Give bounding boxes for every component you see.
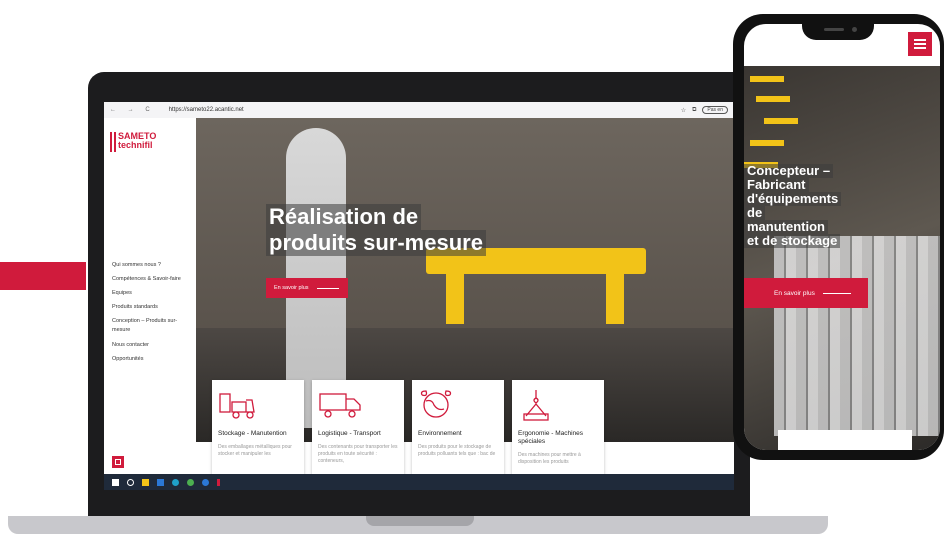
site-logo[interactable]: SAMETO technifil xyxy=(110,132,156,152)
phone-title-line: manutention xyxy=(744,220,828,234)
decorative-red-bar xyxy=(0,262,86,290)
sidebar-menu: Qui sommes nous ? Compétences & Savoir-f… xyxy=(112,258,181,366)
card-title: Stockage - Manutention xyxy=(218,430,287,437)
phone-hero xyxy=(744,66,940,450)
laptop-notch xyxy=(366,516,474,526)
truck-icon xyxy=(318,386,398,424)
chrome-icon[interactable] xyxy=(187,478,194,486)
phone-card-peek xyxy=(778,430,912,450)
menu-item-custom-design-cont[interactable]: mesure xyxy=(112,326,181,335)
address-bar[interactable]: https://sameto22.acantic.net xyxy=(169,107,244,113)
collections-icon[interactable]: ⧉ xyxy=(692,107,696,114)
logo-line2: technifil xyxy=(118,140,153,150)
arrow-icon xyxy=(822,292,851,294)
phone-screen: Concepteur – Fabricant d'équipements de … xyxy=(744,24,940,450)
phone-title-line: d'équipements xyxy=(744,192,842,206)
file-explorer-icon[interactable] xyxy=(142,478,149,486)
search-icon[interactable] xyxy=(127,478,134,486)
hook-load-icon xyxy=(518,386,598,424)
menu-item-about[interactable]: Qui sommes nous ? xyxy=(112,258,181,272)
phone-title-line: Concepteur – xyxy=(744,164,834,178)
profile-pill[interactable]: Pas en xyxy=(702,106,728,114)
beam-leg-left xyxy=(446,274,464,324)
card-desc: Des machines pour mettre à disposition l… xyxy=(518,452,581,465)
star-icon[interactable]: ☆ xyxy=(681,107,686,114)
linkedin-button[interactable] xyxy=(112,456,124,468)
hero-title-line1: Réalisation de xyxy=(266,204,422,230)
os-taskbar xyxy=(104,474,734,490)
phone-more-button[interactable]: En savoir plus xyxy=(744,278,868,308)
pinned-app-icon[interactable] xyxy=(217,478,220,486)
metal-slabs-image xyxy=(774,236,940,436)
hamburger-icon xyxy=(914,39,926,41)
menu-item-opportunities[interactable]: Opportunités xyxy=(112,352,181,366)
phone-title-line: et de stockage xyxy=(744,234,841,248)
card-title: Logistique - Transport xyxy=(318,430,381,437)
globe-leaf-icon xyxy=(418,386,498,424)
arrow-icon xyxy=(316,287,339,289)
menu-item-teams[interactable]: Equipes xyxy=(112,286,181,300)
yellow-light-stripe xyxy=(750,140,784,146)
edge-icon[interactable] xyxy=(172,478,179,486)
browser-nav-icons[interactable]: ← → C xyxy=(110,107,155,113)
hero-title: Réalisation de produits sur-mesure xyxy=(266,204,486,256)
hero-title-line2: produits sur-mesure xyxy=(266,230,486,256)
mail-icon[interactable] xyxy=(157,478,164,486)
forklift-icon xyxy=(218,386,298,424)
phone-more-label: En savoir plus xyxy=(774,289,815,297)
menu-item-standard-products[interactable]: Produits standards xyxy=(112,300,181,314)
menu-item-skills[interactable]: Compétences & Savoir-faire xyxy=(112,272,181,286)
card-desc: Des emballages métalliques pour stocker … xyxy=(218,444,292,457)
windows-start-icon[interactable] xyxy=(112,478,119,486)
phone-notch xyxy=(802,16,874,40)
menu-item-custom-design[interactable]: Conception – Produits sur- xyxy=(112,317,181,326)
beam-leg-right xyxy=(606,274,624,324)
linkedin-icon xyxy=(115,459,121,465)
yellow-light-stripe xyxy=(750,76,784,82)
laptop-screen: ← → C https://sameto22.acantic.net ☆ ⧉ P… xyxy=(104,102,734,490)
phone-title-line: de xyxy=(744,206,766,220)
card-desc: Des produits pour le stockage de produit… xyxy=(418,444,496,457)
site-sidebar: SAMETO technifil Qui sommes nous ? Compé… xyxy=(104,118,196,474)
logo-bars-icon xyxy=(110,132,116,152)
app-icon[interactable] xyxy=(202,478,209,486)
hamburger-menu-button[interactable] xyxy=(908,32,932,56)
phone-hero-title: Concepteur – Fabricant d'équipements de … xyxy=(744,164,842,248)
menu-item-contact[interactable]: Nous contacter xyxy=(112,338,181,352)
yellow-light-stripe xyxy=(764,118,798,124)
card-desc: Des contenants pour transporter les prod… xyxy=(318,444,398,464)
card-title: Ergonomie - Machines spéciales xyxy=(518,430,584,445)
hero-more-button[interactable]: En savoir plus xyxy=(266,278,348,298)
phone-title-line: Fabricant xyxy=(744,178,809,192)
browser-toolbar: ← → C https://sameto22.acantic.net ☆ ⧉ P… xyxy=(104,102,734,119)
yellow-light-stripe xyxy=(756,96,790,102)
hero-more-label: En savoir plus xyxy=(274,285,309,291)
card-title: Environnement xyxy=(418,430,462,437)
